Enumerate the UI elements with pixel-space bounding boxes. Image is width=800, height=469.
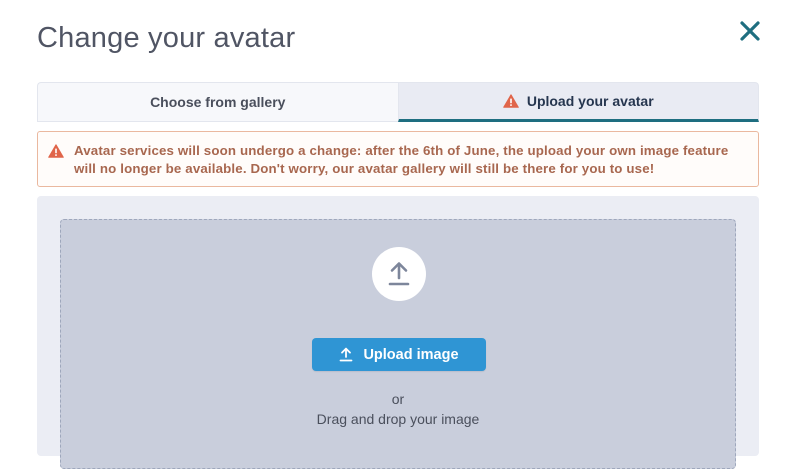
close-button[interactable] xyxy=(733,14,767,48)
or-text: or xyxy=(391,391,405,407)
close-icon xyxy=(740,21,760,41)
avatar-tabs: Choose from gallery Upload your avatar xyxy=(37,82,759,122)
dialog-title: Change your avatar xyxy=(37,22,296,54)
upload-icon xyxy=(340,347,353,362)
tab-choose-from-gallery[interactable]: Choose from gallery xyxy=(37,82,398,122)
drag-drop-text: Drag and drop your image xyxy=(316,411,480,427)
warning-icon xyxy=(48,144,64,158)
upload-image-button[interactable]: Upload image xyxy=(312,338,486,371)
warning-line-1: Avatar services will soon undergo a chan… xyxy=(74,143,729,158)
warning-icon xyxy=(503,94,519,108)
warning-message: Avatar services will soon undergo a chan… xyxy=(74,142,728,178)
tab-label: Choose from gallery xyxy=(150,94,286,110)
warning-line-2: will no longer be available. Don't worry… xyxy=(74,161,655,176)
upload-icon xyxy=(388,262,410,286)
tab-upload-your-avatar[interactable]: Upload your avatar xyxy=(397,82,759,122)
upload-button-label: Upload image xyxy=(363,346,459,363)
warning-banner: Avatar services will soon undergo a chan… xyxy=(37,131,759,187)
drop-zone[interactable]: Upload image or Drag and drop your image xyxy=(60,219,736,469)
upload-circle xyxy=(372,247,426,301)
tab-label: Upload your avatar xyxy=(526,93,654,109)
upload-panel: Upload image or Drag and drop your image xyxy=(37,196,759,469)
